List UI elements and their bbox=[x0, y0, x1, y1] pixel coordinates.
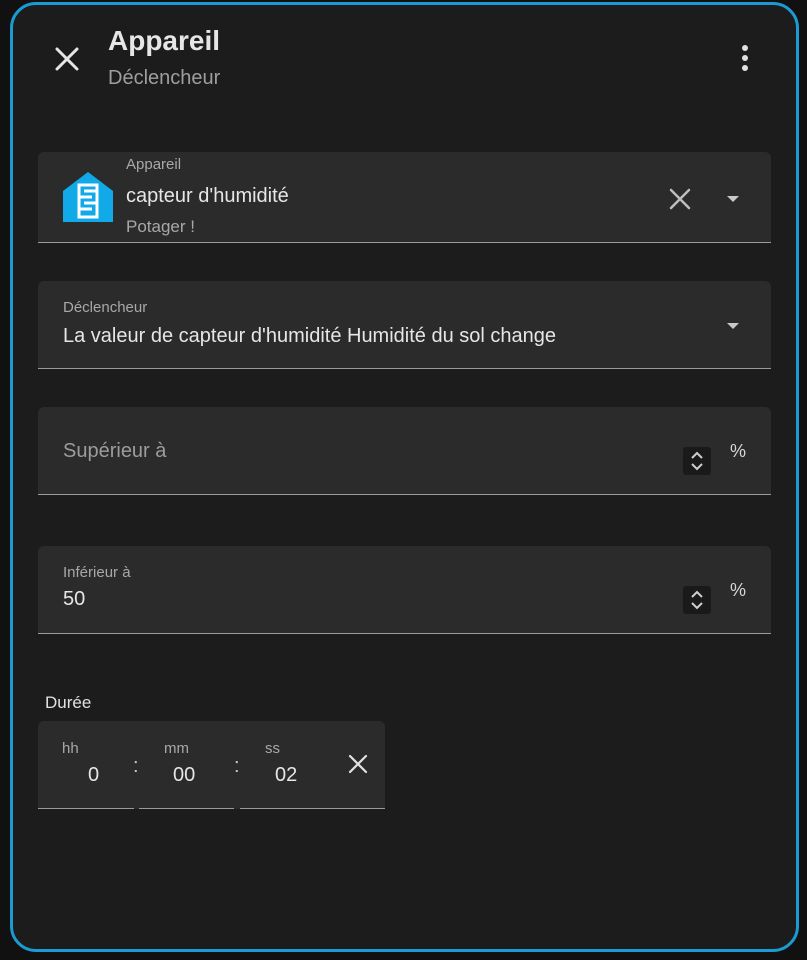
seconds-label: ss bbox=[265, 740, 280, 757]
seconds-value: 02 bbox=[275, 764, 298, 786]
above-placeholder: Supérieur à bbox=[63, 440, 167, 462]
below-value: 50 bbox=[63, 588, 86, 610]
dialog-subtitle: Déclencheur bbox=[108, 67, 221, 89]
clear-duration-button[interactable] bbox=[346, 752, 370, 776]
device-area: Potager ! bbox=[126, 217, 195, 236]
hours-value: 0 bbox=[88, 764, 100, 786]
trigger-select[interactable]: Déclencheur La valeur de capteur d'humid… bbox=[38, 281, 771, 369]
below-label: Inférieur à bbox=[63, 564, 131, 581]
duration-input: hh 0 : mm 00 : ss 02 bbox=[38, 721, 385, 809]
above-unit: % bbox=[730, 441, 747, 461]
above-field[interactable]: Supérieur à % bbox=[38, 407, 771, 495]
time-separator: : bbox=[133, 755, 139, 777]
device-label: Appareil bbox=[126, 156, 182, 173]
close-button[interactable] bbox=[51, 43, 83, 75]
minutes-value: 00 bbox=[173, 764, 196, 786]
close-icon bbox=[55, 47, 79, 71]
duration-label: Durée bbox=[45, 693, 92, 712]
below-unit: % bbox=[730, 580, 747, 600]
minutes-label: mm bbox=[164, 740, 189, 757]
chevron-down-icon[interactable] bbox=[727, 196, 739, 202]
below-field[interactable]: Inférieur à 50 % bbox=[38, 546, 771, 634]
time-separator: : bbox=[234, 755, 240, 777]
more-vertical-icon bbox=[733, 45, 757, 71]
hours-label: hh bbox=[62, 740, 79, 757]
trigger-dialog: Appareil Déclencheur Appareil capteur d'… bbox=[10, 2, 799, 952]
close-icon bbox=[348, 754, 368, 774]
above-stepper[interactable] bbox=[683, 447, 711, 475]
dialog-title: Appareil bbox=[108, 25, 221, 56]
home-sensor-icon bbox=[63, 172, 113, 222]
chevron-up-down-icon bbox=[691, 590, 703, 610]
trigger-label: Déclencheur bbox=[63, 299, 148, 316]
device-picker[interactable]: Appareil capteur d'humidité Potager ! bbox=[38, 152, 771, 243]
duration-seconds-field[interactable]: ss 02 bbox=[240, 721, 328, 809]
device-value: capteur d'humidité bbox=[126, 185, 289, 207]
close-icon bbox=[669, 188, 691, 210]
chevron-down-icon[interactable] bbox=[727, 323, 739, 329]
duration-minutes-field[interactable]: mm 00 bbox=[139, 721, 234, 809]
trigger-value: La valeur de capteur d'humidité Humidité… bbox=[63, 325, 557, 347]
chevron-up-down-icon bbox=[691, 451, 703, 471]
clear-device-button[interactable] bbox=[666, 185, 694, 213]
more-menu-button[interactable] bbox=[733, 41, 757, 77]
duration-hours-field[interactable]: hh 0 bbox=[38, 721, 134, 809]
below-stepper[interactable] bbox=[683, 586, 711, 614]
